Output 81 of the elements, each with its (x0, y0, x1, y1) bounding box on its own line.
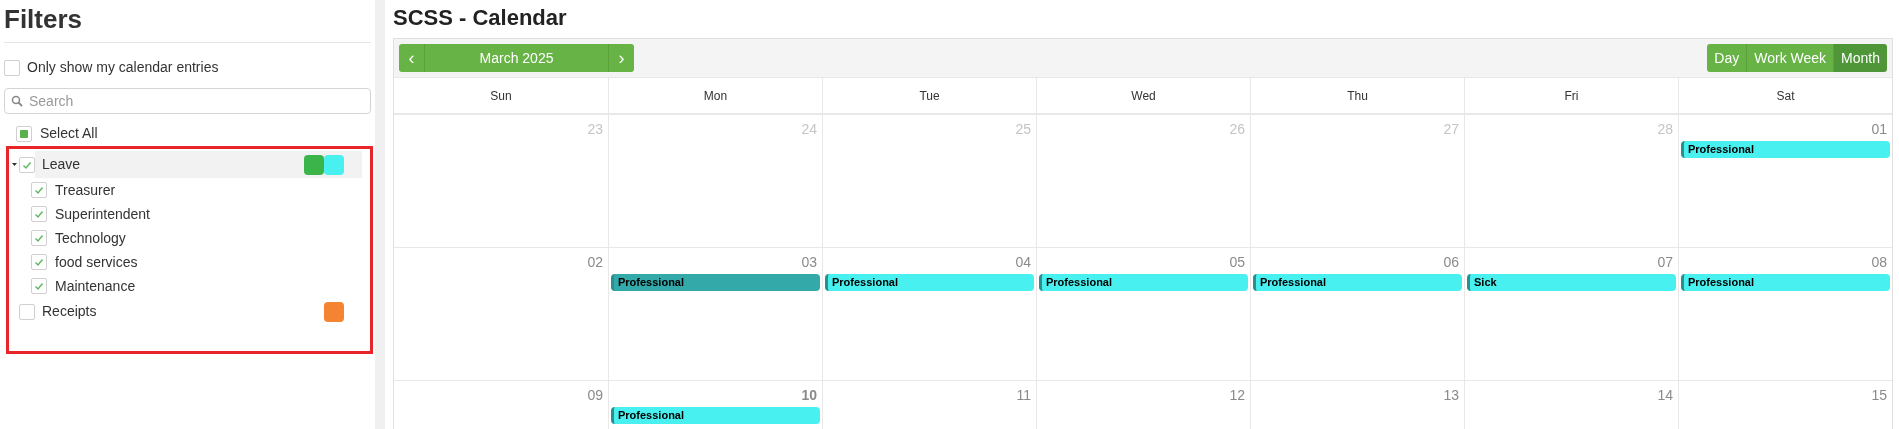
day-number: 15 (1871, 386, 1888, 405)
day-number: 02 (587, 253, 604, 272)
check-icon (22, 159, 32, 170)
calendar-event[interactable]: Professional (1681, 274, 1890, 291)
day-cell[interactable]: 14 (1464, 381, 1678, 429)
day-number: 13 (1443, 386, 1460, 405)
day-cell[interactable]: 07 Sick (1464, 248, 1678, 380)
calendar-event[interactable]: Professional (1681, 141, 1890, 158)
checkbox[interactable] (31, 182, 47, 198)
checkbox[interactable] (31, 254, 47, 270)
search-icon (11, 95, 23, 107)
day-number: 14 (1657, 386, 1674, 405)
checkbox[interactable] (19, 156, 35, 173)
weekday-header: Sat (1776, 87, 1795, 105)
checkbox[interactable] (19, 303, 35, 320)
day-number: 07 (1657, 253, 1674, 272)
calendar-title: SCSS - Calendar (393, 7, 567, 29)
day-number: 24 (801, 120, 818, 139)
search-field[interactable]: Search (4, 88, 371, 114)
calendar-event[interactable]: Professional (1039, 274, 1248, 291)
filter-item[interactable]: Superintendent (55, 203, 150, 225)
day-number: 01 (1871, 120, 1888, 139)
day-number: 26 (1229, 120, 1246, 139)
day-cell[interactable]: 12 (1036, 381, 1250, 429)
check-icon (34, 257, 44, 267)
day-number: 05 (1229, 253, 1246, 272)
day-cell[interactable]: 04 Professional (822, 248, 1036, 380)
filter-item[interactable]: food services (55, 251, 138, 273)
weekday-header: Mon (703, 87, 728, 105)
day-cell[interactable]: 06 Professional (1250, 248, 1464, 380)
day-number: 03 (801, 253, 818, 272)
day-number: 08 (1871, 253, 1888, 272)
calendar-event[interactable]: Sick (1467, 274, 1676, 291)
day-cell[interactable]: 09 (394, 381, 608, 429)
check-icon (34, 185, 44, 195)
weekday-header: Thu (1347, 87, 1368, 105)
weekday-header: Sun (490, 87, 512, 105)
checkbox[interactable] (31, 206, 47, 222)
filter-item[interactable]: Maintenance (55, 275, 136, 297)
checkbox-label: Select All (40, 124, 98, 143)
day-number: 25 (1015, 120, 1032, 139)
check-icon (34, 233, 44, 243)
checkbox[interactable] (4, 59, 20, 76)
day-cell[interactable]: 13 (1250, 381, 1464, 429)
checkbox-label: Only show my calendar entries (27, 58, 219, 77)
filter-item[interactable]: Technology (55, 227, 126, 249)
caret-icon[interactable] (11, 162, 17, 167)
calendar-event[interactable]: Professional (1253, 274, 1462, 291)
filter-item[interactable]: Receipts (35, 298, 362, 325)
search-input[interactable]: Search (29, 90, 364, 112)
day-number: 12 (1229, 386, 1246, 405)
day-cell[interactable]: 05 Professional (1036, 248, 1250, 380)
day-number: 23 (587, 120, 604, 139)
day-number: 09 (587, 386, 604, 405)
day-cell[interactable]: 08 Professional (1678, 248, 1892, 380)
calendar-event[interactable]: Professional (611, 274, 820, 291)
checkbox[interactable] (31, 278, 47, 294)
day-cell[interactable]: 01 Professional (1678, 115, 1892, 247)
day-cell[interactable]: 02 (394, 248, 608, 380)
weekday-header: Tue (919, 87, 940, 105)
day-number: 27 (1443, 120, 1460, 139)
filter-item[interactable]: Treasurer (55, 179, 116, 201)
check-icon (34, 281, 44, 291)
weekday-header: Wed (1131, 87, 1156, 105)
calendar-event[interactable]: Professional (825, 274, 1034, 291)
check-icon (34, 209, 44, 219)
day-number: 10 (801, 386, 818, 405)
day-number: 28 (1657, 120, 1674, 139)
checkbox[interactable] (31, 230, 47, 246)
day-cell[interactable]: 15 (1678, 381, 1892, 429)
weekday-header: Fri (1564, 87, 1579, 105)
view-tab[interactable]: Month (1833, 44, 1887, 72)
filter-item[interactable]: Leave (35, 151, 362, 178)
day-cell[interactable]: 10 Professional (608, 381, 822, 429)
day-number: 11 (1016, 386, 1032, 405)
day-cell[interactable]: 03 Professional (608, 248, 822, 380)
day-number: 06 (1443, 253, 1460, 272)
checkbox[interactable] (16, 125, 32, 142)
sidebar-title: Filters (4, 6, 83, 32)
calendar-event[interactable]: Professional (611, 407, 820, 424)
day-number: 04 (1015, 253, 1032, 272)
